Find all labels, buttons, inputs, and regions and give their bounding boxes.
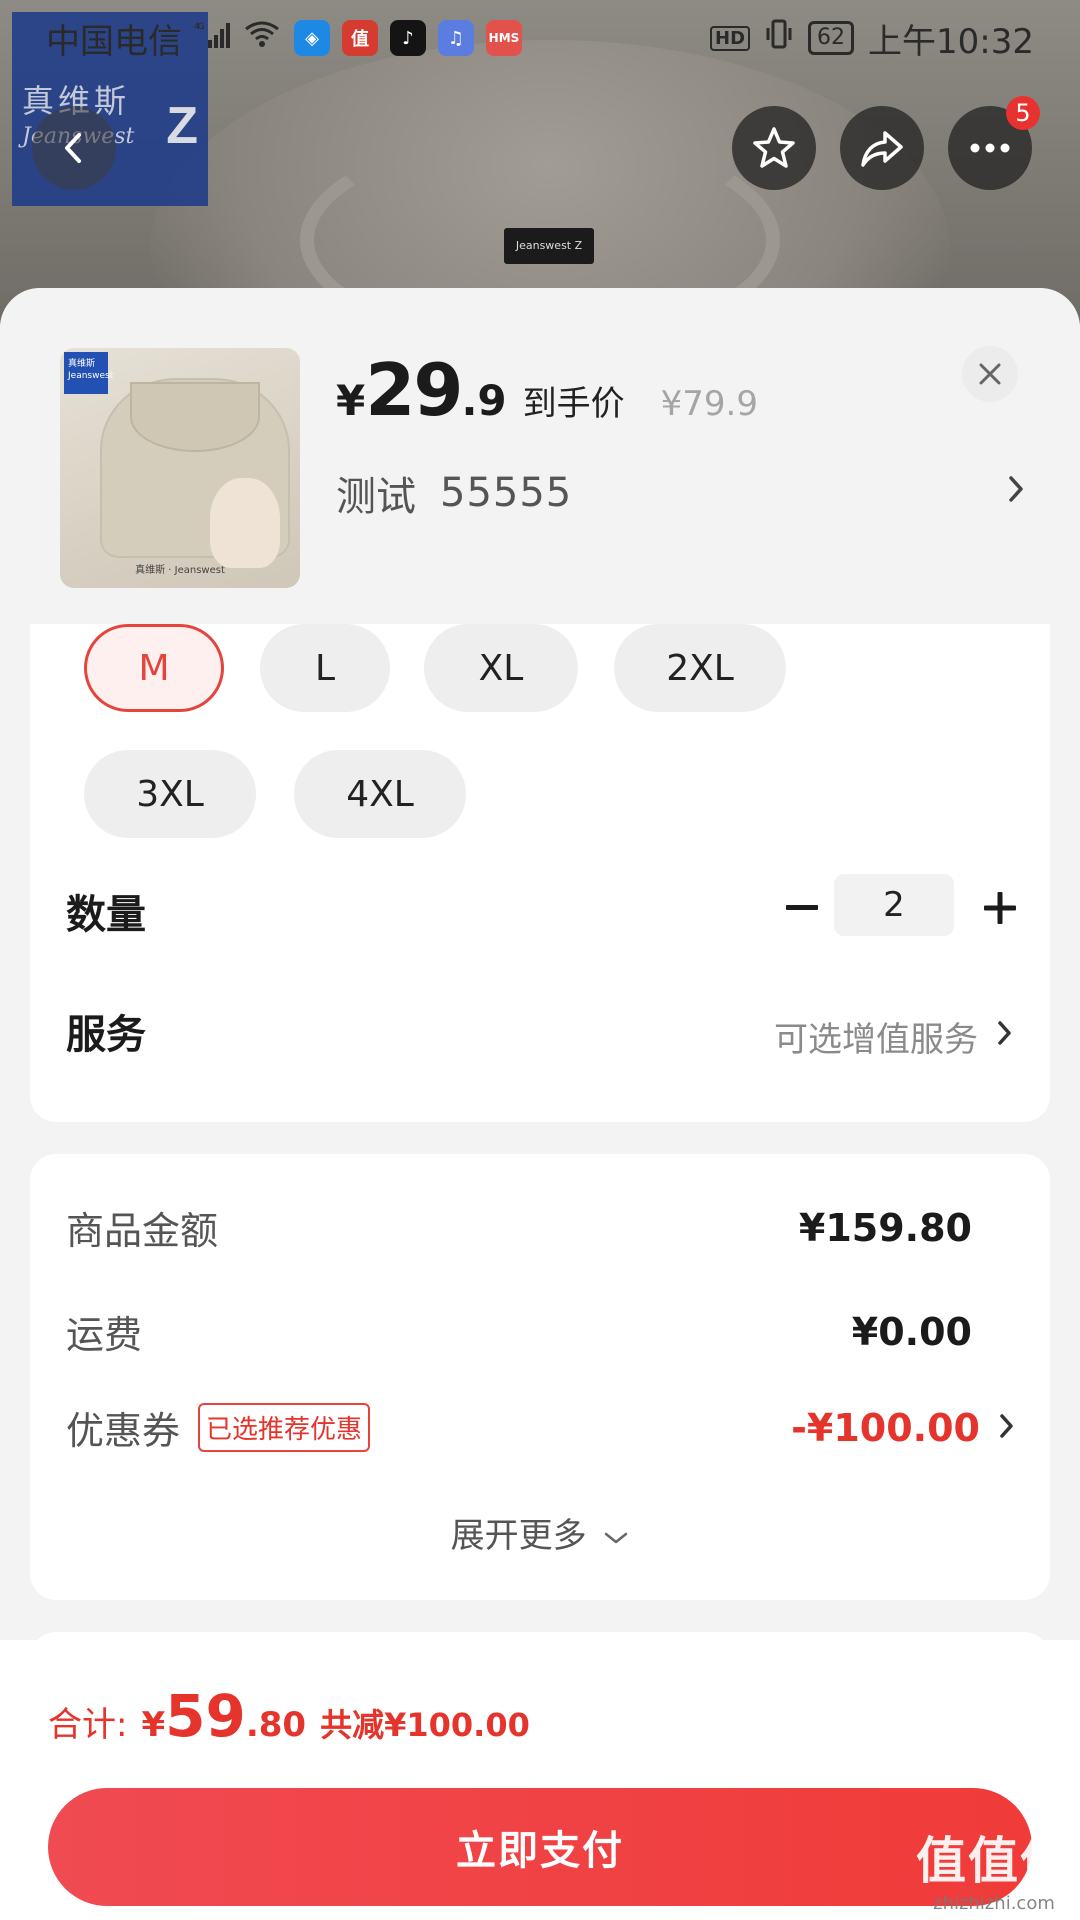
- original-price: ¥79.9: [660, 384, 758, 424]
- spec-value: 55555: [440, 470, 573, 516]
- coupon-row[interactable]: 优惠券 已选推荐优惠 -¥100.00: [66, 1400, 1016, 1455]
- total-integer: 59: [165, 1682, 246, 1750]
- wifi-icon: [242, 18, 282, 58]
- shipping-value: ¥0.00: [851, 1309, 972, 1354]
- goods-amount-row: 商品金额 ¥159.80: [66, 1200, 1016, 1255]
- checkout-bar: 合计: ¥ 59 .80 共减¥100.00 立即支付 值值值 zhizhizh…: [0, 1640, 1080, 1920]
- shipping-row: 运费 ¥0.00: [66, 1304, 1016, 1359]
- share-icon: [861, 131, 903, 167]
- chevron-right-icon: [996, 1017, 1014, 1057]
- chevron-down-icon: [605, 1532, 628, 1543]
- quantity-value[interactable]: 2: [834, 874, 954, 936]
- thumb-hand: [210, 478, 280, 568]
- site-watermark: 值值值 zhizhizhi.com: [916, 1821, 1072, 1914]
- goods-amount-label: 商品金额: [66, 1209, 219, 1253]
- close-icon: [979, 363, 1001, 385]
- service-label: 服务: [66, 1012, 146, 1058]
- status-bar: 中国电信 4G ◈ 值 ♪ ♫ HMS HD 62 上午10:32: [0, 0, 1080, 76]
- tiktok-app-icon: ♪: [390, 20, 426, 56]
- carrier-name: 中国电信: [46, 21, 182, 62]
- music-app-icon: ♫: [438, 20, 474, 56]
- watermark-logo: 值值值: [916, 1832, 1072, 1890]
- price-summary-card: 商品金额 ¥159.80 运费 ¥0.00 优惠券 已选推荐优惠 -¥100.0…: [30, 1154, 1050, 1600]
- back-button[interactable]: [32, 106, 116, 190]
- chevron-left-icon: [65, 133, 81, 163]
- minus-icon: [786, 905, 818, 910]
- pay-now-button[interactable]: 立即支付: [48, 1788, 1032, 1906]
- thumb-collar: [130, 382, 260, 452]
- quantity-plus-button[interactable]: [972, 880, 1028, 936]
- more-button[interactable]: 5: [948, 96, 1040, 190]
- size-option-xl[interactable]: XL: [424, 624, 578, 712]
- total-currency: ¥: [141, 1705, 166, 1745]
- brand-logo-mark: Z: [166, 97, 198, 155]
- more-icon: [970, 143, 1010, 153]
- product-thumbnail[interactable]: 真维斯 Jeanswest 真维斯 · Jeanswest: [60, 348, 300, 588]
- price-tag: 到手价: [522, 384, 625, 424]
- total-decimal: .80: [245, 1705, 307, 1745]
- size-option-2xl[interactable]: 2XL: [614, 624, 786, 712]
- price-decimal: .9: [461, 376, 507, 425]
- favorite-button[interactable]: [732, 106, 816, 190]
- size-option-3xl[interactable]: 3XL: [84, 750, 256, 838]
- clock: 上午10:32: [868, 21, 1034, 62]
- price-row: ¥ 29 .9 到手价 ¥79.9: [336, 348, 758, 432]
- options-card: M L XL 2XL 3XL 4XL 数量 2 服务 可选增值服务: [30, 624, 1050, 1122]
- network-type: 4G: [194, 22, 205, 32]
- plus-icon: [984, 892, 1016, 924]
- coupon-value: -¥100.00: [791, 1405, 980, 1450]
- close-button[interactable]: [962, 346, 1018, 402]
- quantity-label: 数量: [66, 892, 146, 938]
- price-currency: ¥: [336, 376, 366, 425]
- size-option-l[interactable]: L: [260, 624, 390, 712]
- expand-more-button[interactable]: 展开更多: [30, 1508, 1050, 1557]
- spec-label: 测试: [336, 474, 416, 520]
- compass-app-icon: ◈: [294, 20, 330, 56]
- chevron-right-icon: [998, 1411, 1016, 1445]
- total-row: 合计: ¥ 59 .80 共减¥100.00: [48, 1682, 530, 1750]
- service-hint: 可选增值服务: [774, 1020, 978, 1060]
- goods-amount-value: ¥159.80: [798, 1205, 972, 1250]
- shipping-label: 运费: [66, 1313, 143, 1357]
- notification-badge: 5: [1006, 96, 1040, 130]
- total-savings: 共减¥100.00: [320, 1706, 530, 1744]
- thumb-logo: 真维斯 Jeanswest: [64, 352, 113, 394]
- coupon-label: 优惠券: [66, 1409, 181, 1453]
- spec-selector[interactable]: 测试 55555: [336, 464, 1026, 522]
- star-icon: [753, 127, 795, 168]
- expand-more-label: 展开更多: [450, 1516, 587, 1556]
- watermark-url: zhizhizhi.com: [933, 1893, 1055, 1914]
- shirt-label: Jeanswest Z: [504, 228, 594, 264]
- service-selector[interactable]: 可选增值服务: [774, 1012, 1014, 1061]
- status-right: HD 62 上午10:32: [710, 14, 1034, 63]
- battery-level: 62: [808, 21, 855, 55]
- size-option-m[interactable]: M: [84, 624, 224, 712]
- chevron-right-icon: [1006, 470, 1026, 516]
- coupon-badge: 已选推荐优惠: [198, 1403, 371, 1452]
- size-option-4xl[interactable]: 4XL: [294, 750, 466, 838]
- total-label: 合计:: [48, 1705, 128, 1745]
- zhi-app-icon: 值: [342, 20, 378, 56]
- thumb-caption: 真维斯 · Jeanswest: [135, 565, 225, 576]
- quantity-minus-button[interactable]: [774, 880, 830, 936]
- price-integer: 29: [365, 348, 463, 432]
- vibrate-icon: [764, 18, 794, 59]
- hms-app-icon: HMS: [486, 20, 522, 56]
- hd-icon: HD: [710, 25, 751, 51]
- signal-icon: 4G: [194, 20, 234, 56]
- sheet-header: 真维斯 Jeanswest 真维斯 · Jeanswest ¥ 29 .9 到手…: [0, 288, 1080, 624]
- share-button[interactable]: [840, 106, 924, 190]
